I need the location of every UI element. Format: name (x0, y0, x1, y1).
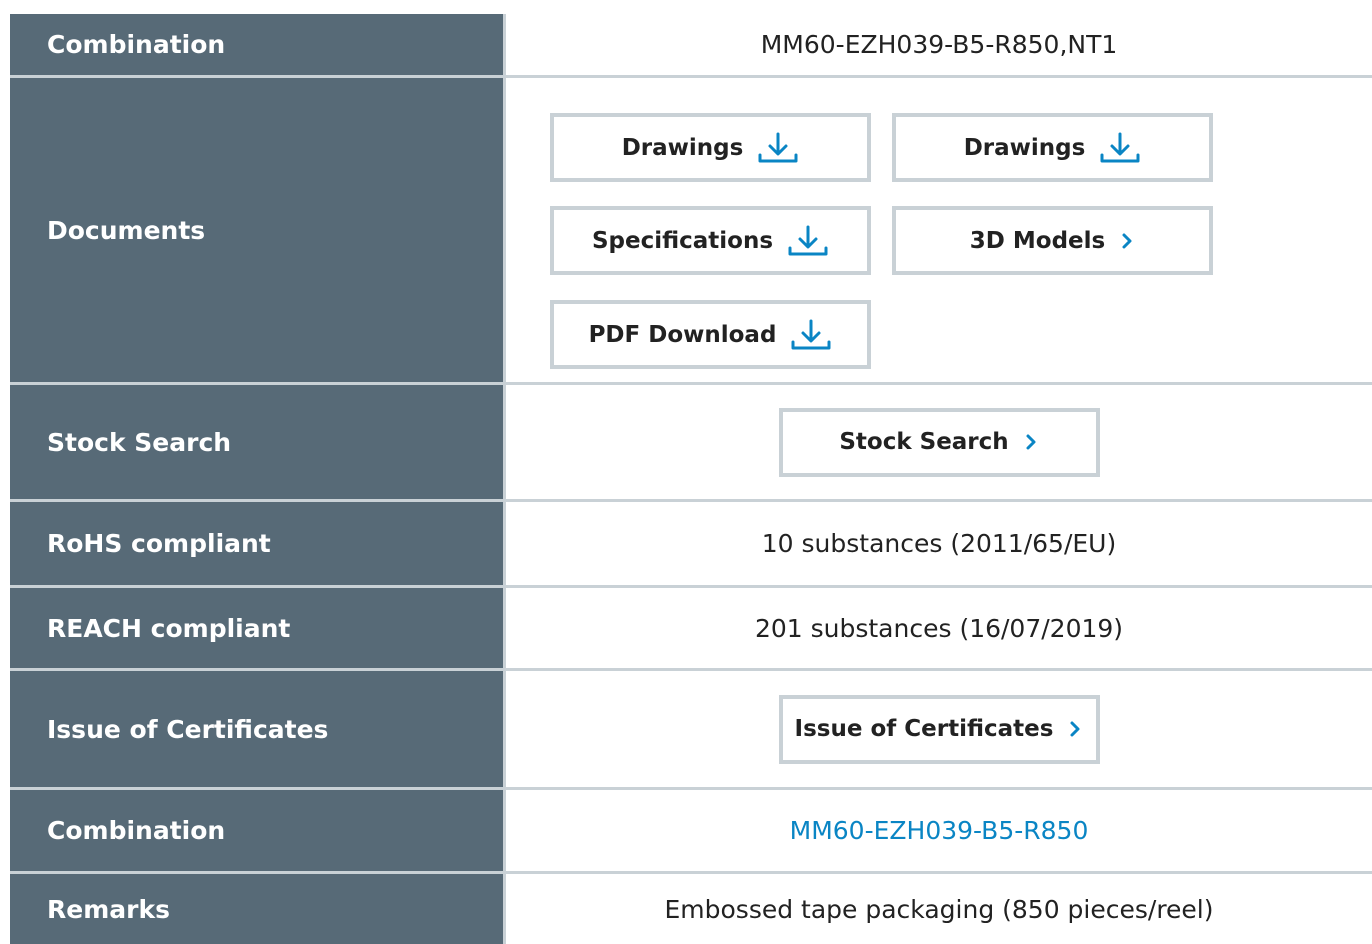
documents-button-grid: Drawings Drawings Specifications 3D Mode… (506, 78, 1372, 382)
row-remarks: Remarks Embossed tape packaging (850 pie… (10, 874, 1372, 944)
certificates-cell: Issue of Certificates (506, 671, 1372, 787)
button-label: Drawings (621, 134, 744, 161)
reach-value: 201 substances (16/07/2019) (506, 588, 1372, 668)
button-label: Drawings (963, 134, 1086, 161)
specifications-button[interactable]: Specifications (550, 206, 871, 275)
pdf-download-button[interactable]: PDF Download (550, 300, 871, 369)
button-label: Stock Search (839, 429, 1009, 455)
row-label: RoHS compliant (10, 502, 506, 585)
button-label: PDF Download (588, 321, 777, 348)
row-certificates: Issue of Certificates Issue of Certifica… (10, 671, 1372, 790)
row-label: Combination (10, 14, 506, 75)
row-label: REACH compliant (10, 588, 506, 668)
drawings-button[interactable]: Drawings (550, 113, 871, 182)
chevron-right-icon (1023, 432, 1039, 452)
row-label: Combination (10, 790, 506, 871)
spec-table: Combination MM60-EZH039-B5-R850,NT1 Docu… (10, 14, 1372, 944)
row-documents: Documents Drawings Drawings Specificatio… (10, 78, 1372, 385)
chevron-right-icon (1067, 719, 1083, 739)
remarks-value: Embossed tape packaging (850 pieces/reel… (506, 874, 1372, 944)
download-icon (787, 224, 829, 258)
chevron-right-icon (1119, 231, 1135, 251)
button-label: Issue of Certificates (794, 716, 1054, 742)
button-label: Specifications (591, 227, 774, 254)
row-label: Documents (10, 78, 506, 382)
stock-search-button[interactable]: Stock Search (778, 407, 1100, 477)
row-combination: Combination MM60-EZH039-B5-R850,NT1 (10, 14, 1372, 78)
combination-value: MM60-EZH039-B5-R850,NT1 (506, 14, 1372, 75)
rohs-value: 10 substances (2011/65/EU) (506, 502, 1372, 585)
issue-certificates-button[interactable]: Issue of Certificates (778, 694, 1100, 764)
row-label: Remarks (10, 874, 506, 944)
row-label: Issue of Certificates (10, 671, 506, 787)
combination-link[interactable]: MM60-EZH039-B5-R850 (790, 816, 1089, 845)
button-label: 3D Models (969, 227, 1106, 254)
stock-search-cell: Stock Search (506, 385, 1372, 499)
row-combination-link: Combination MM60-EZH039-B5-R850 (10, 790, 1372, 874)
row-stock-search: Stock Search Stock Search (10, 385, 1372, 502)
download-icon (790, 318, 832, 352)
documents-cell: Drawings Drawings Specifications 3D Mode… (506, 78, 1372, 382)
row-rohs: RoHS compliant 10 substances (2011/65/EU… (10, 502, 1372, 588)
row-label: Stock Search (10, 385, 506, 499)
3d-models-button[interactable]: 3D Models (892, 206, 1213, 275)
row-reach: REACH compliant 201 substances (16/07/20… (10, 588, 1372, 671)
combination-link-cell: MM60-EZH039-B5-R850 (506, 790, 1372, 871)
drawings-button-2[interactable]: Drawings (892, 113, 1213, 182)
download-icon (1099, 131, 1141, 165)
download-icon (757, 131, 799, 165)
